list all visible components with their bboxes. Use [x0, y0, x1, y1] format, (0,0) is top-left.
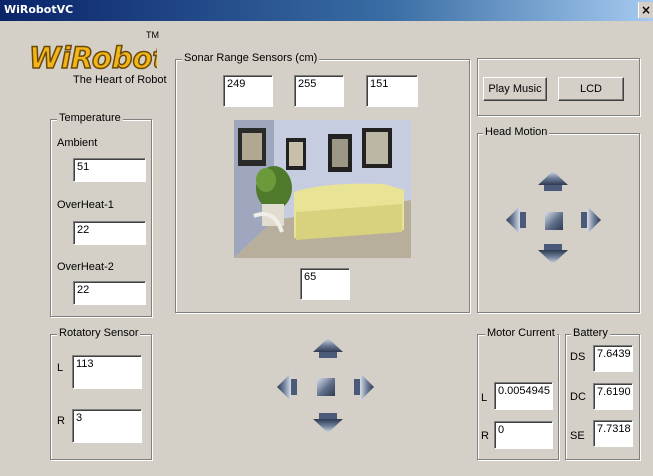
rotatory-l-label: L: [57, 362, 64, 374]
ambient-label: Ambient: [57, 137, 98, 149]
sonar-bottom-field[interactable]: 65: [300, 268, 350, 300]
base-up-arrow-icon[interactable]: [311, 336, 345, 360]
battery-ds-label: DS: [570, 351, 586, 363]
overheat2-field[interactable]: 22: [73, 281, 146, 305]
window-title: WiRobotVC: [4, 3, 74, 16]
sonar-right-field[interactable]: 151: [366, 75, 418, 107]
head-stop-icon[interactable]: [544, 211, 564, 231]
motor-current-legend: Motor Current: [485, 327, 557, 339]
head-down-arrow-icon[interactable]: [536, 242, 570, 266]
battery-se-field[interactable]: 7.7318: [593, 420, 633, 447]
head-right-arrow-icon[interactable]: [579, 204, 603, 236]
base-right-arrow-icon[interactable]: [352, 371, 376, 403]
battery-ds-field[interactable]: 7.6439: [593, 345, 633, 372]
camera-view: [234, 120, 411, 258]
sonar-center-field[interactable]: 255: [294, 75, 344, 107]
rotatory-r-label: R: [57, 415, 65, 427]
app-window: WiRobotVC × WiRobot TM The Heart of Robo…: [0, 0, 653, 476]
sonar-left-field[interactable]: 249: [223, 75, 273, 107]
logo-tm: TM: [146, 30, 159, 40]
rotatory-r-field[interactable]: 3: [72, 409, 142, 443]
rotatory-l-field[interactable]: 113: [72, 355, 142, 389]
logo-wordmark: WiRobot: [29, 41, 157, 74]
battery-se-label: SE: [570, 430, 585, 442]
head-left-arrow-icon[interactable]: [504, 204, 528, 236]
motor-l-field[interactable]: 0.0054945: [494, 382, 553, 410]
temperature-legend: Temperature: [57, 112, 123, 124]
base-left-arrow-icon[interactable]: [275, 371, 299, 403]
base-down-arrow-icon[interactable]: [311, 411, 345, 435]
head-up-arrow-icon[interactable]: [536, 169, 570, 193]
overheat1-label: OverHeat-1: [57, 199, 114, 211]
battery-dc-field[interactable]: 7.6190: [593, 383, 633, 410]
title-bar[interactable]: WiRobotVC ×: [0, 0, 653, 21]
motor-r-field[interactable]: 0: [494, 421, 553, 449]
head-motion-legend: Head Motion: [483, 126, 550, 138]
logo-tagline: The Heart of Robot: [73, 74, 167, 86]
base-stop-icon[interactable]: [316, 377, 336, 397]
overheat1-field[interactable]: 22: [73, 221, 146, 245]
lcd-button[interactable]: LCD: [558, 77, 624, 101]
battery-legend: Battery: [571, 327, 610, 339]
ambient-field[interactable]: 51: [73, 158, 146, 182]
overheat2-label: OverHeat-2: [57, 261, 114, 273]
motor-r-label: R: [481, 430, 489, 442]
sonar-legend: Sonar Range Sensors (cm): [182, 52, 320, 64]
close-icon[interactable]: ×: [638, 2, 653, 18]
wirobot-logo: WiRobot: [27, 40, 168, 77]
motor-l-label: L: [481, 392, 488, 404]
play-music-button[interactable]: Play Music: [483, 77, 547, 101]
battery-dc-label: DC: [570, 391, 586, 403]
rotatory-legend: Rotatory Sensor: [57, 327, 141, 339]
